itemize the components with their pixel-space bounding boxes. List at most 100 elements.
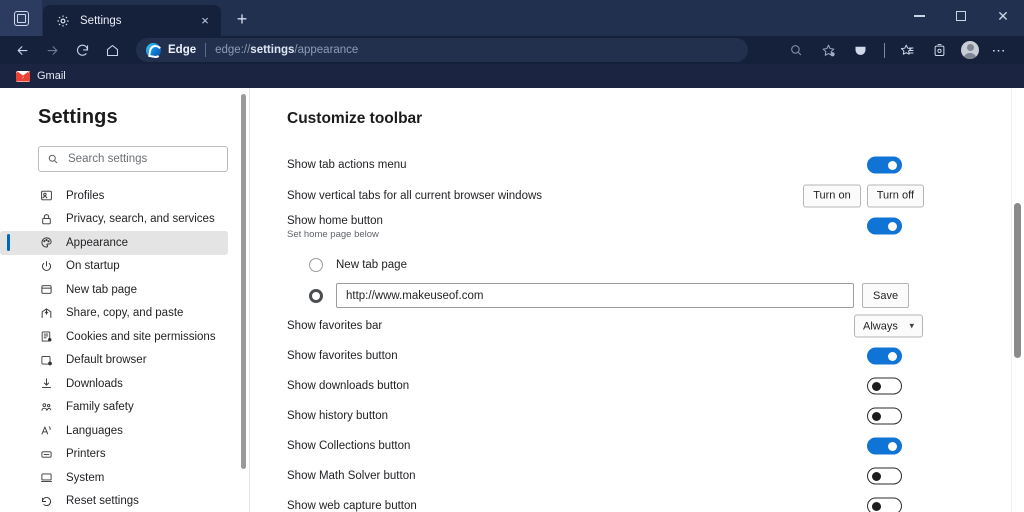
- minimize-button[interactable]: [898, 0, 940, 32]
- add-favorite-icon[interactable]: [813, 38, 843, 62]
- setting-row-home-button: Show home button Set home page below: [287, 211, 1024, 245]
- brand-label: Edge: [168, 44, 197, 56]
- radio-custom-url[interactable]: [309, 288, 323, 303]
- sidebar-item-system[interactable]: System: [0, 466, 228, 490]
- browser-window: Settings × + ✕ Edge edge://settings/appe…: [0, 0, 1024, 512]
- toggle-math-solver-button[interactable]: [867, 467, 902, 485]
- sidebar-item-appearance[interactable]: Appearance: [0, 231, 228, 255]
- sidebar-item-label: Default browser: [66, 354, 147, 367]
- setting-row-favorites-button: Show favorites button: [287, 341, 1024, 371]
- page-scrollbar-thumb[interactable]: [1014, 203, 1021, 358]
- sidebar-item-privacy-search-services[interactable]: Privacy, search, and services: [0, 208, 228, 232]
- sidebar-item-printers[interactable]: Printers: [0, 443, 228, 467]
- tab-title: Settings: [80, 14, 122, 27]
- sidebar-item-reset-settings[interactable]: Reset settings: [0, 490, 228, 512]
- address-bar[interactable]: Edge edge://settings/appearance: [136, 38, 748, 62]
- sidebar-item-on-startup[interactable]: On startup: [0, 255, 228, 279]
- refresh-icon[interactable]: [68, 38, 96, 62]
- turn-off-button[interactable]: Turn off: [866, 184, 924, 207]
- favorites-bar-select[interactable]: Always ▾: [854, 314, 923, 338]
- sidebar-item-languages[interactable]: Languages: [0, 419, 228, 443]
- languages-icon: [38, 424, 54, 437]
- new-tab-button[interactable]: +: [227, 4, 257, 34]
- collections-icon[interactable]: [892, 38, 922, 62]
- toggle-web-capture-button[interactable]: [867, 497, 902, 512]
- page-title: Settings: [38, 106, 118, 128]
- newtab-icon: [38, 283, 54, 296]
- address-url: edge://settings/appearance: [215, 44, 358, 56]
- sidebar-item-label: Cookies and site permissions: [66, 330, 216, 343]
- lock-icon: [38, 213, 54, 226]
- sidebar-item-default-browser[interactable]: Default browser: [0, 349, 228, 373]
- sidebar-item-label: Profiles: [66, 189, 105, 202]
- toggle-home-button[interactable]: [867, 217, 902, 235]
- setting-label: Show tab actions menu: [287, 159, 407, 171]
- toggle-history-button[interactable]: [867, 407, 902, 425]
- setting-label: Show favorites button: [287, 350, 398, 362]
- radio-row-custom-url: Save: [309, 283, 1024, 308]
- maximize-button[interactable]: [940, 0, 982, 32]
- sidebar-item-profiles[interactable]: Profiles: [0, 184, 228, 208]
- save-button[interactable]: Save: [862, 283, 910, 308]
- toggle-tab-actions-menu[interactable]: [867, 156, 902, 174]
- tab-search-icon: [13, 10, 29, 26]
- setting-sublabel: Set home page below: [287, 229, 379, 240]
- home-page-options: New tab page Save: [287, 251, 1024, 308]
- gear-icon: [55, 13, 71, 29]
- cookies-icon: [38, 330, 54, 343]
- toolbar-actions: ⋯: [781, 38, 1016, 62]
- settings-more-icon[interactable]: ⋯: [984, 38, 1014, 62]
- browser-tab[interactable]: Settings ×: [43, 5, 221, 36]
- setting-label: Show web capture button: [287, 500, 417, 512]
- navigation-bar: Edge edge://settings/appearance ⋯: [0, 36, 1024, 64]
- turn-on-button[interactable]: Turn on: [803, 184, 861, 207]
- tab-search-button[interactable]: [0, 0, 42, 36]
- setting-control: [867, 217, 902, 235]
- url-suffix: /appearance: [294, 44, 359, 56]
- select-value: Always: [863, 320, 898, 332]
- radio-row-new-tab-page[interactable]: New tab page: [309, 251, 1024, 279]
- setting-label: Show history button: [287, 410, 389, 422]
- bookmark-item-gmail[interactable]: Gmail: [10, 68, 72, 84]
- search-icon[interactable]: [781, 38, 811, 62]
- sidebar-scrollbar-thumb[interactable]: [241, 94, 246, 469]
- profile-avatar[interactable]: [961, 41, 979, 59]
- split-screen-icon[interactable]: [845, 38, 875, 62]
- family-icon: [38, 401, 54, 414]
- browser-essentials-icon[interactable]: [924, 38, 954, 62]
- close-window-button[interactable]: ✕: [982, 0, 1024, 32]
- chevron-down-icon: ▾: [909, 320, 914, 331]
- radio-new-tab-page[interactable]: [309, 258, 323, 272]
- sidebar-item-label: System: [66, 471, 105, 484]
- toggle-favorites-button[interactable]: [867, 347, 902, 365]
- sidebar-item-family-safety[interactable]: Family safety: [0, 396, 228, 420]
- sidebar-item-label: Share, copy, and paste: [66, 307, 184, 320]
- search-input[interactable]: [68, 153, 219, 165]
- radio-label: New tab page: [336, 259, 407, 271]
- home-icon[interactable]: [98, 38, 126, 62]
- toggle-downloads-button[interactable]: [867, 377, 902, 395]
- setting-row-vertical-tabs: Show vertical tabs for all current brows…: [287, 180, 1024, 211]
- close-tab-icon[interactable]: ×: [195, 11, 215, 31]
- settings-content: Customize toolbar Show tab actions menu …: [250, 88, 1024, 512]
- reset-icon: [38, 495, 54, 508]
- sidebar-item-new-tab-page[interactable]: New tab page: [0, 278, 228, 302]
- sidebar-item-downloads[interactable]: Downloads: [0, 372, 228, 396]
- setting-control: [867, 377, 902, 395]
- sidebar-item-label: Appearance: [66, 236, 129, 249]
- sidebar-item-cookies-site-permissions[interactable]: Cookies and site permissions: [0, 325, 228, 349]
- setting-label-group: Show home button Set home page below: [287, 215, 383, 240]
- search-settings-box[interactable]: [38, 146, 228, 172]
- forward-arrow-icon[interactable]: [38, 38, 66, 62]
- toggle-knob: [888, 441, 897, 451]
- power-icon: [38, 260, 54, 273]
- home-url-input[interactable]: [336, 283, 854, 308]
- settings-page: Settings Profiles Pr: [0, 88, 1024, 512]
- sidebar-item-share-copy-paste[interactable]: Share, copy, and paste: [0, 302, 228, 326]
- printer-icon: [38, 448, 54, 461]
- page-scrollbar-track[interactable]: [1011, 88, 1024, 512]
- sidebar-item-label: Printers: [66, 448, 106, 461]
- back-arrow-icon[interactable]: [8, 38, 36, 62]
- toggle-collections-button[interactable]: [867, 437, 902, 455]
- maximize-icon: [956, 11, 966, 21]
